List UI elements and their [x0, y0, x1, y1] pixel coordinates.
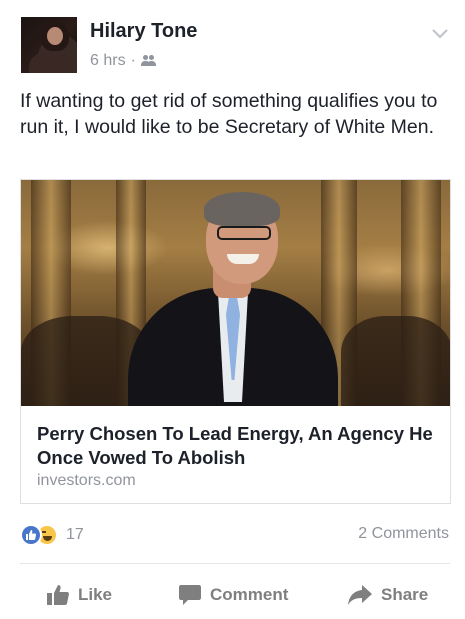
author-name[interactable]: Hilary Tone — [90, 20, 197, 43]
link-info[interactable]: Perry Chosen To Lead Energy, An Agency H… — [21, 406, 450, 503]
link-domain: investors.com — [37, 472, 136, 489]
thumbs-up-icon — [47, 585, 69, 605]
friends-icon — [140, 55, 157, 67]
share-icon — [348, 585, 372, 605]
chevron-down-icon[interactable] — [431, 24, 449, 42]
comments-count[interactable]: 2 Comments — [358, 525, 449, 543]
post-text: If wanting to get rid of something quali… — [20, 90, 438, 138]
like-label: Like — [78, 585, 113, 604]
link-preview-image[interactable] — [21, 180, 450, 406]
action-bar: Like Comment Share — [0, 564, 465, 619]
feed-post: Hilary Tone 6 hrs · If wanting to get ri… — [0, 0, 465, 619]
comment-icon — [179, 585, 201, 605]
comment-label: Comment — [210, 585, 289, 604]
meta-separator: · — [130, 52, 136, 69]
link-preview-card[interactable]: Perry Chosen To Lead Energy, An Agency H… — [20, 179, 451, 504]
reactions-summary[interactable]: 17 — [20, 524, 84, 546]
comment-button[interactable]: Comment — [178, 584, 288, 606]
post-meta: 6 hrs · — [90, 52, 157, 70]
reaction-count: 17 — [66, 526, 84, 543]
like-button[interactable]: Like — [46, 584, 112, 606]
share-label: Share — [381, 585, 429, 604]
avatar[interactable] — [21, 17, 77, 73]
like-reaction-icon — [20, 524, 42, 546]
post-time[interactable]: 6 hrs — [90, 52, 126, 70]
link-title[interactable]: Perry Chosen To Lead Energy, An Agency H… — [37, 422, 437, 470]
share-button[interactable]: Share — [347, 584, 428, 606]
